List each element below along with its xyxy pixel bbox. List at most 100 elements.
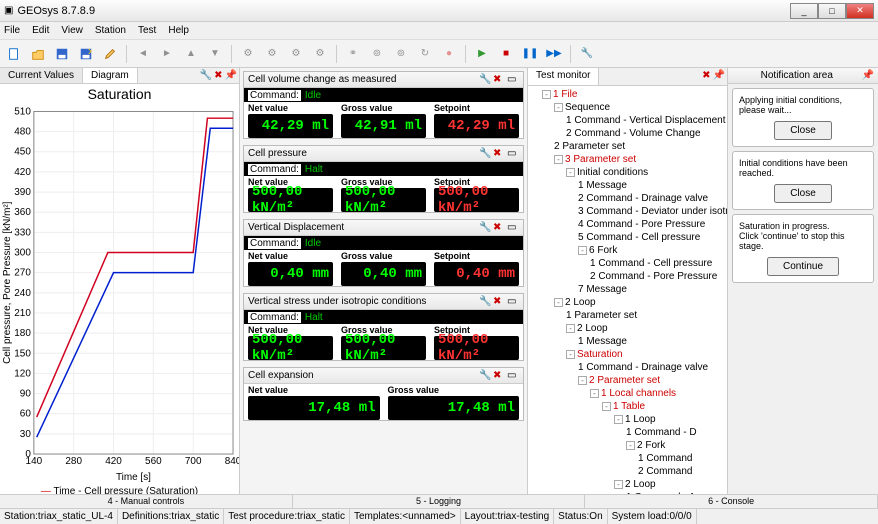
panel-wrench-icon[interactable]: 🔧 (479, 148, 491, 160)
tree-pin-icon[interactable]: 📌 (713, 70, 725, 83)
command-value: Halt (305, 164, 323, 175)
panel-wrench-icon[interactable]: 🔧 (479, 222, 491, 234)
command-label: Command: (248, 164, 301, 175)
arrow-left-icon[interactable]: ◄ (133, 44, 153, 64)
notification-header: Notification area (732, 70, 862, 81)
svg-text:240: 240 (14, 288, 31, 299)
menu-station[interactable]: Station (95, 25, 126, 36)
status-status: Status:On (554, 509, 607, 524)
panel-0: Cell volume change as measured 🔧 ✖ ▭ Com… (243, 71, 524, 139)
menu-edit[interactable]: Edit (32, 25, 49, 36)
panel-wrench-icon[interactable]: 🔧 (479, 370, 491, 382)
pause-icon[interactable]: ❚❚ (520, 44, 540, 64)
arrow-up-icon[interactable]: ▲ (181, 44, 201, 64)
new-icon[interactable] (4, 44, 24, 64)
panel-expand-icon[interactable]: ▭ (507, 296, 519, 308)
chart-delete-icon[interactable]: ✖ (214, 70, 222, 81)
setpoint-value: 42,29 ml (434, 114, 519, 138)
panel-expand-icon[interactable]: ▭ (507, 148, 519, 160)
setpoint-label: Setpoint (434, 102, 519, 114)
notification-button[interactable]: Close (774, 121, 832, 140)
panel-delete-icon[interactable]: ✖ (493, 74, 505, 86)
gross-value: 42,91 ml (341, 114, 426, 138)
gears2-icon[interactable]: ⚙ (310, 44, 330, 64)
target2-icon[interactable]: ⊚ (391, 44, 411, 64)
forward-icon[interactable]: ▶▶ (544, 44, 564, 64)
command-label: Command: (248, 90, 301, 101)
panel-1: Cell pressure 🔧 ✖ ▭ Command:Halt Net val… (243, 145, 524, 213)
chart-legend: — Time - Cell pressure (Saturation) — Ti… (0, 485, 239, 494)
panel-expand-icon[interactable]: ▭ (507, 222, 519, 234)
stop-icon[interactable]: ■ (496, 44, 516, 64)
left-pane: Current Values Diagram 🔧 ✖ 📌 Saturation … (0, 68, 240, 494)
panel-delete-icon[interactable]: ✖ (493, 222, 505, 234)
bottom-tabs: 4 - Manual controls 5 - Logging 6 - Cons… (0, 494, 878, 508)
status-procedure: Test procedure:triax_static (224, 509, 350, 524)
arrow-right-icon[interactable]: ► (157, 44, 177, 64)
menu-test[interactable]: Test (138, 25, 156, 36)
open-icon[interactable] (28, 44, 48, 64)
tree-delete-icon[interactable]: ✖ (702, 70, 710, 83)
gross-label: Gross value (341, 250, 426, 262)
save-icon[interactable] (52, 44, 72, 64)
gross-value: 500,00 kN/m² (341, 188, 426, 212)
refresh-icon[interactable]: ↻ (415, 44, 435, 64)
setpoint-value: 500,00 kN/m² (434, 336, 519, 360)
status-station: Station:triax_static_UL-4 (0, 509, 118, 524)
play-icon[interactable]: ▶ (472, 44, 492, 64)
gear2-icon[interactable]: ⚙ (262, 44, 282, 64)
target-icon[interactable]: ⊚ (367, 44, 387, 64)
notification-1: Initial conditions have been reached. Cl… (732, 151, 874, 210)
panel-wrench-icon[interactable]: 🔧 (479, 74, 491, 86)
chart-settings-icon[interactable]: 🔧 (200, 70, 212, 81)
close-button[interactable]: ✕ (846, 3, 874, 19)
command-label: Command: (248, 238, 301, 249)
notification-button[interactable]: Continue (767, 257, 839, 276)
panel-wrench-icon[interactable]: 🔧 (479, 296, 491, 308)
record-icon[interactable]: ● (439, 44, 459, 64)
panel-delete-icon[interactable]: ✖ (493, 296, 505, 308)
window-title: GEOsys 8.7.8.9 (17, 5, 790, 17)
link-icon[interactable]: ⚭ (343, 44, 363, 64)
arrow-down-icon[interactable]: ▼ (205, 44, 225, 64)
gross-value: 500,00 kN/m² (341, 336, 426, 360)
command-label: Command: (248, 312, 301, 323)
tab-diagram[interactable]: Diagram (83, 68, 138, 83)
test-tree[interactable]: -1 File -Sequence 1 Command - Vertical D… (528, 86, 727, 494)
gross-label: Gross value (341, 102, 426, 114)
wrench-icon[interactable]: 🔧 (577, 44, 597, 64)
panel-delete-icon[interactable]: ✖ (493, 148, 505, 160)
menu-view[interactable]: View (61, 25, 83, 36)
minimize-button[interactable]: _ (790, 3, 818, 19)
chart-pin-icon[interactable]: 📌 (225, 70, 237, 81)
gears-icon[interactable]: ⚙ (286, 44, 306, 64)
net-label: Net value (248, 250, 333, 262)
gear-icon[interactable]: ⚙ (238, 44, 258, 64)
save-as-icon[interactable] (76, 44, 96, 64)
panel-delete-icon[interactable]: ✖ (493, 370, 505, 382)
tab-manual-controls[interactable]: 4 - Manual controls (0, 495, 293, 508)
panel-expand-icon[interactable]: ▭ (507, 370, 519, 382)
tab-current-values[interactable]: Current Values (0, 68, 83, 83)
title-bar: ▣ GEOsys 8.7.8.9 _ □ ✕ (0, 0, 878, 22)
panel-expand-icon[interactable]: ▭ (507, 74, 519, 86)
menu-help[interactable]: Help (168, 25, 189, 36)
tab-console[interactable]: 6 - Console (585, 495, 878, 508)
tab-logging[interactable]: 5 - Logging (293, 495, 586, 508)
tab-test-monitor[interactable]: Test monitor (528, 68, 599, 85)
notification-message: Saturation in progress.Click 'continue' … (739, 221, 867, 251)
maximize-button[interactable]: □ (818, 3, 846, 19)
edit-icon[interactable] (100, 44, 120, 64)
net-label: Net value (248, 384, 380, 396)
setpoint-label: Setpoint (434, 250, 519, 262)
center-pane: Cell volume change as measured 🔧 ✖ ▭ Com… (240, 68, 528, 494)
notif-pin-icon[interactable]: 📌 (862, 70, 874, 81)
net-value: 0,40 mm (248, 262, 333, 286)
menu-file[interactable]: File (4, 25, 20, 36)
notification-button[interactable]: Close (774, 184, 832, 203)
setpoint-value: 0,40 mm (434, 262, 519, 286)
app-icon: ▣ (4, 5, 13, 16)
svg-text:Time [s]: Time [s] (116, 472, 151, 483)
svg-text:280: 280 (65, 456, 82, 467)
notification-message: Initial conditions have been reached. (739, 158, 867, 178)
